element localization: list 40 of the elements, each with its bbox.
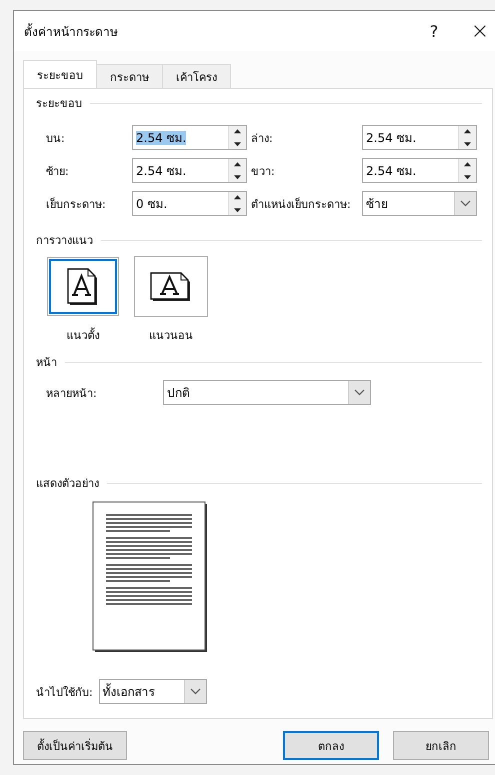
tab[interactable]: ระยะขอบ	[23, 60, 97, 88]
field-label: บน:	[46, 130, 66, 146]
spin-buttons[interactable]	[228, 126, 246, 149]
spin-buttons[interactable]	[228, 192, 246, 215]
spin-buttons[interactable]	[228, 159, 246, 182]
spin-buttons[interactable]	[458, 159, 476, 182]
help-button[interactable]: ?	[411, 16, 457, 46]
field-label: เย็บกระดาษ:	[46, 196, 107, 212]
dropdown-field[interactable]: ซ้าย	[362, 191, 477, 216]
field-label: หลายหน้า:	[46, 386, 98, 402]
tab[interactable]: กระดาษ	[96, 64, 163, 88]
landscape-page-icon	[149, 270, 193, 302]
orientation-label: แนวตั้ง	[66, 326, 100, 344]
dropdown-field[interactable]: ทั้งเอกสาร	[98, 679, 207, 704]
set-default-button[interactable]: ตั้งเป็นค่าเริ่มต้น	[23, 731, 127, 760]
section-heading: การวางแนว	[36, 233, 93, 249]
orientation-button[interactable]	[49, 259, 117, 314]
close-button[interactable]: ×	[457, 16, 495, 46]
field-label: ตำแหน่งเย็บกระดาษ:	[251, 196, 352, 212]
cancel-button[interactable]: ยกเลิก	[393, 731, 489, 760]
spin-field[interactable]: 0 ซม.	[132, 191, 247, 216]
field-label: ขวา:	[251, 164, 276, 180]
orientation-label: แนวนอน	[149, 328, 193, 344]
dropdown-field[interactable]: ปกติ	[163, 380, 371, 405]
field-label: ล่าง:	[251, 130, 274, 146]
spin-buttons[interactable]	[458, 126, 476, 149]
section-heading: หน้า	[36, 355, 57, 371]
section-heading: ระยะขอบ	[36, 96, 82, 112]
field-label: นำไปใช้กับ:	[36, 684, 93, 700]
spin-field[interactable]: 2.54 ซม.	[362, 125, 477, 150]
window-title: ตั้งค่าหน้ากระดาษ	[24, 22, 119, 40]
orientation-button[interactable]	[134, 256, 208, 317]
spin-field[interactable]: 2.54 ซม.	[132, 125, 247, 150]
field-label: ซ้าย:	[46, 164, 70, 180]
ok-button[interactable]: ตกลง	[283, 731, 379, 760]
spin-field[interactable]: 2.54 ซม.	[362, 158, 477, 183]
spin-field[interactable]: 2.54 ซม.	[132, 158, 247, 183]
portrait-page-icon	[66, 266, 100, 306]
tab[interactable]: เค้าโครง	[162, 64, 231, 88]
section-heading: แสดงตัวอย่าง	[36, 476, 99, 492]
